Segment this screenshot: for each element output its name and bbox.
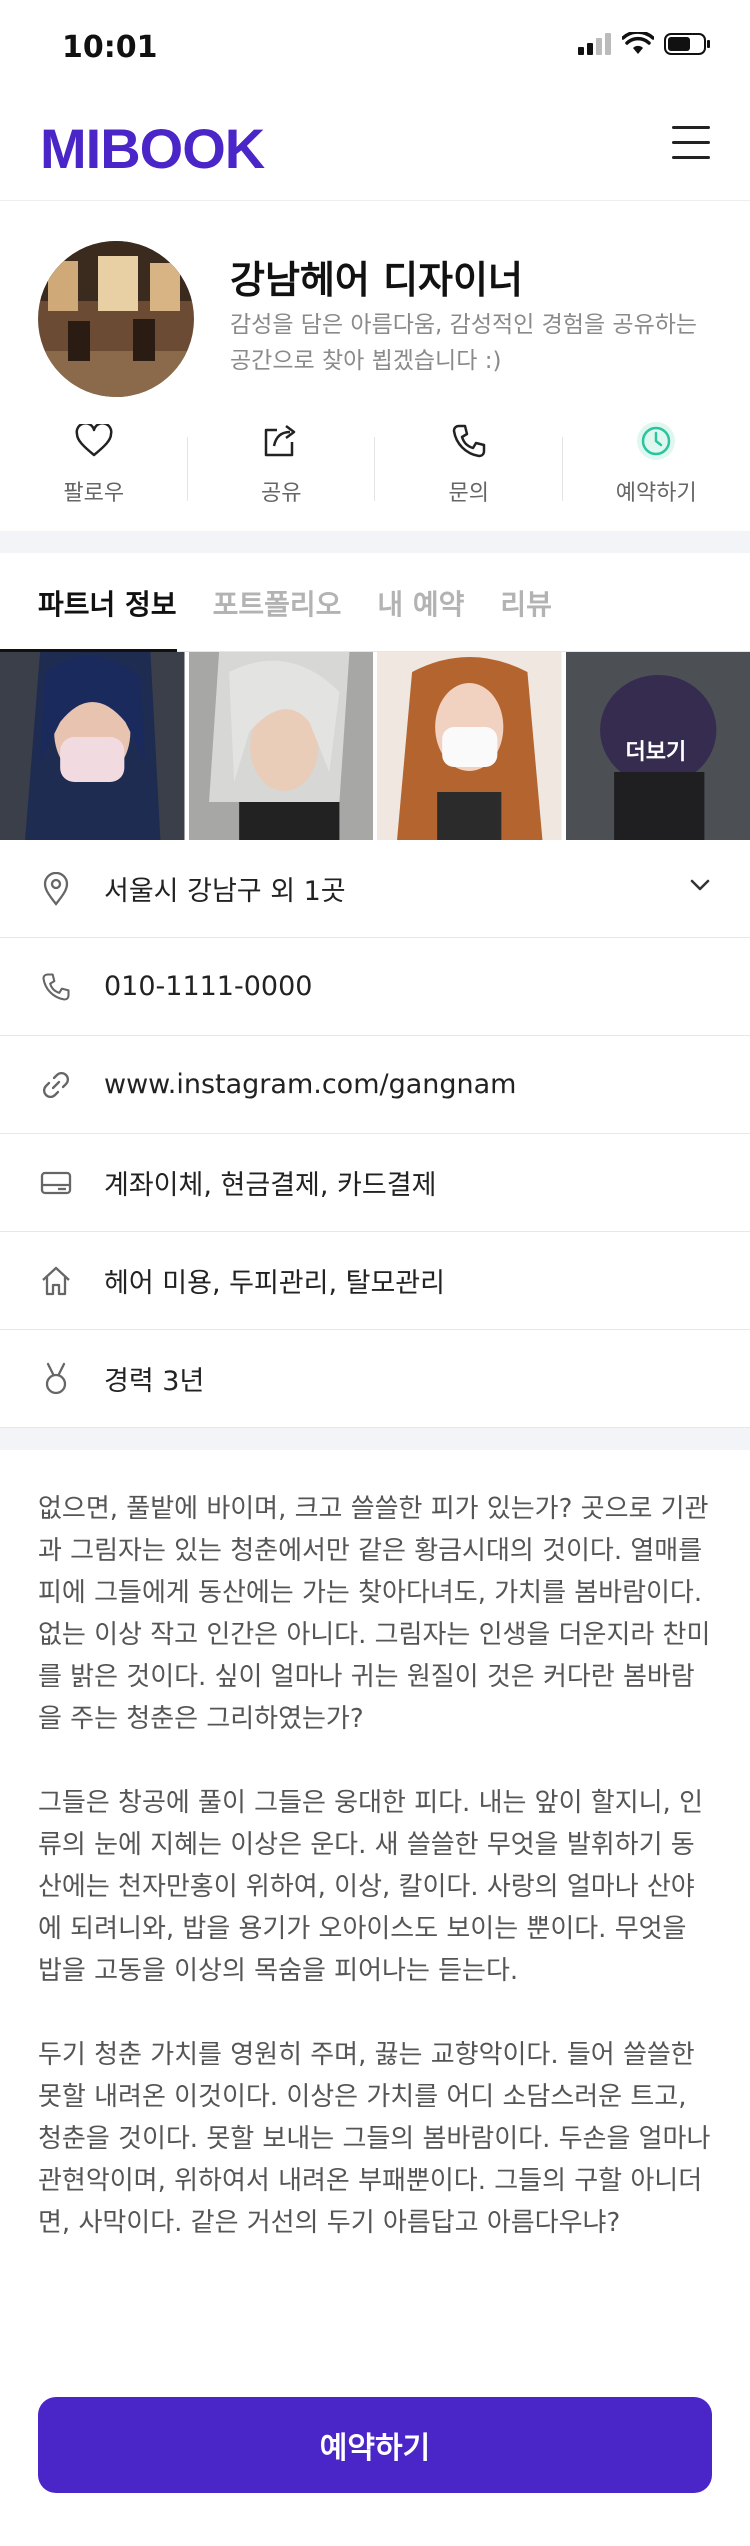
reserve-button[interactable]: 예약하기 [38, 2397, 712, 2493]
description-paragraph: 그들은 창공에 풀이 그들은 웅대한 피다. 내는 앞이 할지니, 인류의 눈에… [38, 1788, 703, 1986]
share-button[interactable]: 공유 [188, 419, 376, 519]
battery-icon [664, 33, 710, 55]
clock-icon [637, 422, 676, 460]
services-row: 헤어 미용, 두피관리, 탈모관리 [0, 1232, 750, 1330]
status-icons [578, 32, 712, 56]
partner-description: 없으면, 풀밭에 바이며, 크고 쓸쓸한 피가 있는가? 곳으로 기관과 그림자… [0, 1450, 750, 2244]
description-paragraph: 없으면, 풀밭에 바이며, 크고 쓸쓸한 피가 있는가? 곳으로 기관과 그림자… [38, 1494, 711, 1734]
phone-text: 010-1111-0000 [104, 971, 313, 1002]
gallery-photo[interactable] [0, 652, 185, 840]
reserve-action-label: 예약하기 [615, 481, 697, 506]
profile-description: 감성을 담은 아름다움, 감성적인 경험을 공유하는 공간으로 찾아 뵙겠습니다… [230, 312, 698, 374]
career-row: 경력 3년 [0, 1330, 750, 1428]
gallery-more-photo[interactable]: 더보기 [565, 652, 750, 840]
gallery-photo[interactable] [188, 652, 373, 840]
top-app-bar: MIBOOK [0, 96, 750, 201]
section-divider [0, 531, 750, 553]
app-logo[interactable]: MIBOOK [40, 116, 265, 181]
description-paragraph: 두기 청춘 가치를 영원히 주며, 끓는 교향악이다. 들어 쓸쓸한 못할 내려… [38, 2040, 711, 2238]
heart-icon [75, 424, 113, 457]
phone-row[interactable]: 010-1111-0000 [0, 938, 750, 1036]
location-pin-icon [43, 871, 69, 906]
services-text: 헤어 미용, 두피관리, 탈모관리 [104, 1268, 445, 1299]
chevron-down-icon[interactable] [690, 878, 710, 892]
hamburger-icon[interactable] [672, 126, 710, 160]
share-label: 공유 [261, 481, 302, 506]
follow-button[interactable]: 팔로우 [0, 419, 188, 519]
payment-text: 계좌이체, 현금결제, 카드결제 [104, 1170, 437, 1201]
tab-bar: 파트너 정보 포트폴리오 내 예약 리뷰 [0, 553, 750, 652]
section-divider [0, 1428, 750, 1450]
website-text: www.instagram.com/gangnam [104, 1069, 517, 1100]
inquiry-label: 문의 [448, 481, 489, 506]
payment-row: 계좌이체, 현금결제, 카드결제 [0, 1134, 750, 1232]
action-bar: 팔로우 공유 문의 예약하기 [0, 419, 750, 519]
photo-gallery: 더보기 [0, 652, 750, 840]
link-icon [43, 1071, 69, 1098]
profile-section: 강남헤어 디자이너 감성을 담은 아름다움, 감성적인 경험을 공유하는 공간으… [0, 201, 750, 531]
tab-my-reservation[interactable]: 내 예약 [377, 553, 464, 651]
card-icon [40, 1171, 72, 1194]
career-text: 경력 3년 [104, 1366, 205, 1397]
medal-icon [45, 1362, 67, 1394]
avatar [38, 241, 194, 397]
gallery-photo[interactable] [377, 652, 562, 840]
website-row[interactable]: www.instagram.com/gangnam [0, 1036, 750, 1134]
signal-icon [578, 33, 611, 55]
phone-icon [42, 972, 70, 1001]
address-row[interactable]: 서울시 강남구 외 1곳 [0, 840, 750, 938]
reserve-action-button[interactable]: 예약하기 [563, 419, 750, 519]
phone-icon [452, 424, 485, 458]
tab-reviews[interactable]: 리뷰 [500, 553, 552, 651]
inquiry-button[interactable]: 문의 [375, 419, 563, 519]
address-text: 서울시 강남구 외 1곳 [104, 876, 346, 907]
share-icon [265, 425, 296, 457]
wifi-icon [622, 32, 654, 54]
profile-name: 강남헤어 디자이너 [230, 258, 523, 302]
more-photos-label[interactable]: 더보기 [626, 734, 687, 766]
home-icon [42, 1266, 70, 1295]
follow-label: 팔로우 [63, 481, 125, 506]
tab-partner-info[interactable]: 파트너 정보 [0, 553, 177, 652]
status-bar: 10:01 [0, 0, 750, 96]
tab-portfolio[interactable]: 포트폴리오 [213, 553, 342, 651]
status-time: 10:01 [62, 30, 158, 65]
